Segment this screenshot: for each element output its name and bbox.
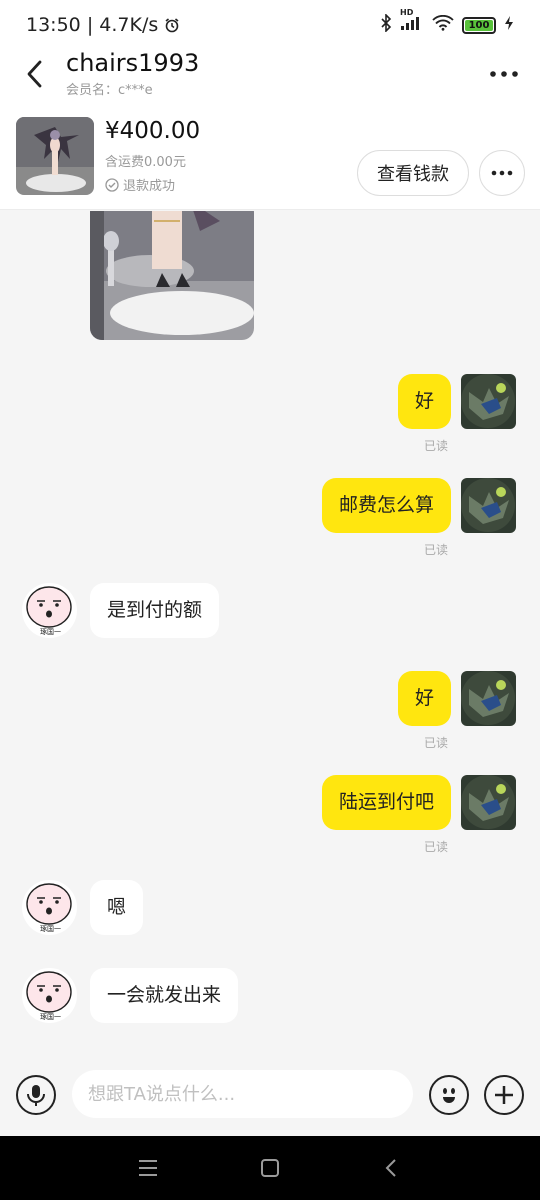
shipping-fee: 含运费0.00元 [105, 155, 186, 170]
microphone-icon [27, 1085, 45, 1106]
avatar-caption: 琢国一 [40, 925, 61, 933]
back-nav-button[interactable] [376, 1154, 406, 1182]
charging-icon [504, 15, 514, 35]
my-message-bubble[interactable]: 邮费怎么算 [321, 478, 451, 533]
more-options-button[interactable] [488, 60, 520, 88]
alarm-icon [164, 14, 180, 36]
status-icons: HD 100 [380, 8, 514, 36]
status-bar: 13:50 | 4.7K/s HD 100 [0, 0, 540, 50]
my-message-bubble[interactable]: 好 [397, 374, 451, 429]
chevron-left-icon [27, 60, 42, 88]
chat-image-message[interactable] [90, 211, 254, 340]
contact-message-bubble[interactable]: 嗯 [90, 880, 144, 935]
wifi-icon [432, 14, 454, 35]
signal-icon: HD [400, 8, 424, 35]
figure-photo-icon [90, 211, 254, 340]
emoji-button[interactable] [429, 1075, 469, 1115]
my-avatar[interactable] [461, 374, 516, 429]
contact-message-bubble[interactable]: 是到付的额 [90, 583, 220, 638]
system-nav-bar [0, 1136, 540, 1200]
menu-nav-button[interactable] [133, 1154, 163, 1182]
home-nav-button[interactable] [255, 1154, 285, 1182]
contact-avatar[interactable]: 琢国一 [22, 968, 77, 1023]
hd-label: HD [400, 8, 414, 17]
contact-avatar[interactable]: 琢国一 [22, 583, 77, 638]
network-speed: 4.7K/s [99, 14, 159, 36]
user-avatar-icon [461, 775, 516, 830]
voice-input-button[interactable] [16, 1075, 56, 1115]
my-avatar[interactable] [461, 775, 516, 830]
home-square-icon [261, 1159, 279, 1177]
read-receipt: 已读 [424, 840, 449, 854]
more-dots-icon [491, 170, 513, 176]
more-dots-icon [490, 71, 518, 77]
refund-status: 退款成功 [105, 175, 175, 194]
my-message-bubble[interactable]: 好 [397, 671, 451, 726]
menu-lines-icon [139, 1160, 157, 1176]
member-name: 会员名：c***e [66, 83, 153, 98]
message-input[interactable] [72, 1070, 413, 1118]
status-time: 13:50 | 4.7K/s [26, 14, 180, 36]
battery-level: 100 [465, 19, 493, 31]
check-circle-icon [105, 177, 119, 192]
status-separator: | [86, 14, 100, 36]
read-receipt: 已读 [424, 439, 449, 453]
clock-time: 13:50 [26, 14, 81, 36]
avatar-caption: 琢国一 [40, 628, 61, 636]
product-more-button[interactable] [479, 150, 525, 196]
contact-avatar[interactable]: 琢国一 [22, 880, 77, 935]
more-functions-button[interactable] [484, 1075, 524, 1115]
product-price: ¥400.00 [105, 118, 201, 144]
chat-header: chairs1993 会员名：c***e [0, 49, 540, 102]
chat-messages[interactable]: 好 已读 邮费怎么算 已读 琢国一 是到付的额 好 已读 陆运到付吧 已读 琢国… [0, 211, 540, 1051]
plus-icon [495, 1086, 513, 1104]
my-avatar[interactable] [461, 478, 516, 533]
user-avatar-icon [461, 478, 516, 533]
chat-title: chairs1993 [66, 49, 200, 77]
view-payment-button[interactable]: 查看钱款 [357, 150, 469, 196]
user-avatar-icon [461, 374, 516, 429]
read-receipt: 已读 [424, 736, 449, 750]
message-input-bar [0, 1051, 540, 1136]
read-receipt: 已读 [424, 543, 449, 557]
back-button[interactable] [18, 56, 52, 92]
my-avatar[interactable] [461, 671, 516, 726]
back-triangle-icon [385, 1159, 396, 1177]
battery-icon: 100 [462, 16, 496, 34]
contact-message-bubble[interactable]: 一会就发出来 [90, 968, 239, 1023]
bluetooth-icon [380, 13, 392, 36]
user-avatar-icon [461, 671, 516, 726]
my-message-bubble[interactable]: 陆运到付吧 [321, 775, 451, 830]
figure-photo-icon [16, 117, 94, 195]
product-card: ¥400.00 含运费0.00元 退款成功 查看钱款 [0, 102, 540, 210]
avatar-caption: 琢国一 [40, 1013, 61, 1021]
smiley-icon [443, 1088, 455, 1103]
product-thumbnail[interactable] [16, 117, 94, 195]
refund-status-text: 退款成功 [123, 179, 176, 194]
